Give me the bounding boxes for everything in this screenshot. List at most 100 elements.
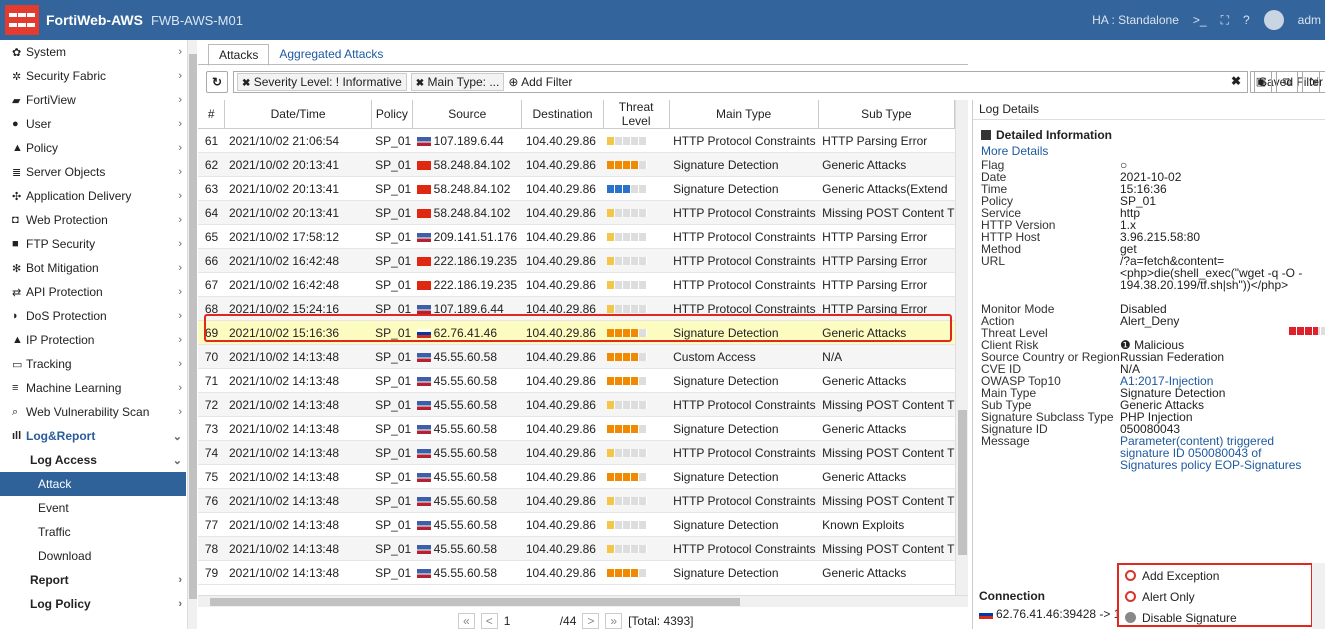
filter-chip-main-type[interactable]: ✖ Main Type: ... bbox=[410, 73, 505, 91]
sidebar-item-user[interactable]: ● User › bbox=[0, 112, 186, 136]
table-row[interactable]: 73 2021/10/02 14:13:48 SP_01 45.55.60.58 104… bbox=[198, 416, 955, 441]
table-row[interactable]: 72 2021/10/02 14:13:48 SP_01 45.55.60.58 104… bbox=[198, 392, 955, 417]
column-header[interactable]: Threat Level bbox=[603, 100, 670, 129]
fortinet-logo-icon[interactable] bbox=[5, 5, 39, 35]
table-row[interactable]: 66 2021/10/02 16:42:48 SP_01 222.186.19.235… bbox=[198, 248, 955, 273]
sidebar-item-machine-learning[interactable]: ≡ Machine Learning › bbox=[0, 376, 186, 400]
sidebar-item-ip-protection[interactable]: ▲ IP Protection › bbox=[0, 328, 186, 352]
sidebar-item-tracking[interactable]: ▭ Tracking › bbox=[0, 352, 186, 376]
cell-source: 45.55.60.58 bbox=[412, 488, 522, 513]
table-row[interactable]: 79 2021/10/02 14:13:48 SP_01 45.55.60.58 104… bbox=[198, 560, 955, 585]
help-icon[interactable]: ? bbox=[1243, 13, 1250, 27]
column-header[interactable]: Date/Time bbox=[224, 100, 372, 129]
sidebar-item-policy[interactable]: ▲ Policy › bbox=[0, 136, 186, 160]
sidebar-item-fortiview[interactable]: ▰ FortiView › bbox=[0, 88, 186, 112]
sidebar-item-label: Security Fabric bbox=[26, 69, 107, 83]
column-header[interactable]: Sub Type bbox=[818, 100, 955, 129]
table-row[interactable]: 77 2021/10/02 14:13:48 SP_01 45.55.60.58 104… bbox=[198, 512, 955, 537]
cell-text: Missing POST Content T bbox=[822, 445, 955, 460]
menu-scrollbar[interactable] bbox=[1312, 563, 1325, 629]
tab-attacks[interactable]: Attacks bbox=[208, 44, 270, 66]
sidebar-item-bot-mitigation[interactable]: ✻ Bot Mitigation › bbox=[0, 256, 186, 280]
sidebar-item-log-report[interactable]: ıll Log&Report ⌄ bbox=[0, 424, 186, 448]
ha-status[interactable]: HA : Standalone bbox=[1092, 13, 1179, 27]
detailed-information-title[interactable]: Detailed Information bbox=[973, 126, 1325, 144]
save-icon[interactable]: ▣ bbox=[1250, 71, 1272, 93]
tab-aggregated-attacks[interactable]: Aggregated Attacks bbox=[269, 44, 393, 66]
table-row[interactable]: 76 2021/10/02 14:13:48 SP_01 45.55.60.58 104… bbox=[198, 488, 955, 513]
table-row[interactable]: 67 2021/10/02 16:42:48 SP_01 222.186.19.235… bbox=[198, 272, 955, 297]
table-horizontal-scrollbar[interactable] bbox=[198, 595, 968, 607]
cell-datetime: 2021/10/02 21:06:54 bbox=[224, 128, 372, 153]
sidebar-item-security-fabric[interactable]: ✲ Security Fabric › bbox=[0, 64, 186, 88]
sidebar-item-report[interactable]: Report › bbox=[0, 568, 186, 592]
cell-source: 209.141.51.176 bbox=[412, 224, 522, 249]
collapse-icon[interactable] bbox=[981, 130, 991, 140]
table-row[interactable]: 69 2021/10/02 15:16:36 SP_01 62.76.41.46 104… bbox=[198, 320, 955, 345]
column-header[interactable]: # bbox=[198, 100, 226, 129]
table-row[interactable]: 63 2021/10/02 20:13:41 SP_01 58.248.84.102 1… bbox=[198, 176, 955, 201]
cell-datetime: 2021/10/02 20:13:41 bbox=[224, 200, 372, 225]
sidebar-item-system[interactable]: ✿ System › bbox=[0, 40, 186, 64]
table-row[interactable]: 78 2021/10/02 14:13:48 SP_01 45.55.60.58 104… bbox=[198, 536, 955, 561]
table-row[interactable]: 71 2021/10/02 14:13:48 SP_01 45.55.60.58 104… bbox=[198, 368, 955, 393]
cell-datetime: 2021/10/02 14:13:48 bbox=[224, 392, 372, 417]
table-row[interactable]: 75 2021/10/02 14:13:48 SP_01 45.55.60.58 104… bbox=[198, 464, 955, 489]
next-page-button[interactable]: > bbox=[582, 612, 600, 629]
column-header[interactable]: Destination bbox=[521, 100, 604, 129]
sidebar-item-dos-protection[interactable]: ◗ DoS Protection › bbox=[0, 304, 186, 328]
more-details-link[interactable]: More Details bbox=[973, 144, 1325, 159]
user-name[interactable]: adm bbox=[1298, 13, 1321, 27]
prev-page-button[interactable]: < bbox=[480, 612, 498, 629]
sidebar-subitem-traffic[interactable]: Traffic bbox=[0, 520, 186, 544]
refresh-button[interactable]: ↻ bbox=[206, 71, 228, 93]
add-exception-menu-item[interactable]: Add Exception bbox=[1119, 565, 1311, 586]
table-row[interactable]: 61 2021/10/02 21:06:54 SP_01 107.189.6.44 10… bbox=[198, 128, 955, 153]
alert-only-menu-item[interactable]: Alert Only bbox=[1119, 586, 1311, 607]
table-row[interactable]: 68 2021/10/02 15:24:16 SP_01 107.189.6.44 10… bbox=[198, 296, 955, 321]
table-row[interactable]: 65 2021/10/02 17:58:12 SP_01 209.141.51.176… bbox=[198, 224, 955, 249]
log-details-panel: Log Details Detailed Information More De… bbox=[972, 100, 1325, 629]
cli-icon[interactable]: >_ bbox=[1193, 13, 1207, 27]
sidebar-item-ftp-security[interactable]: ■ FTP Security › bbox=[0, 232, 186, 256]
table-row[interactable]: 74 2021/10/02 14:13:48 SP_01 45.55.60.58 104… bbox=[198, 440, 955, 465]
detail-value[interactable]: Parameter(content) triggered signature I… bbox=[1120, 435, 1320, 471]
cell-policy: SP_01 bbox=[371, 488, 413, 513]
sidebar-item-application-delivery[interactable]: ✣ Application Delivery › bbox=[0, 184, 186, 208]
sidebar-subitem-attack[interactable]: Attack bbox=[0, 472, 186, 496]
sidebar-item-web-protection[interactable]: ◘ Web Protection › bbox=[0, 208, 186, 232]
cell-text: 68 bbox=[204, 301, 219, 316]
add-filter-button[interactable]: ⊕ Add Filter bbox=[508, 75, 572, 89]
cell-destination: 104.40.29.86 bbox=[521, 272, 604, 297]
filter-chip-severity[interactable]: ✖ Severity Level: ! Informative bbox=[237, 73, 407, 91]
table-row[interactable]: 62 2021/10/02 20:13:41 SP_01 58.248.84.102 1… bbox=[198, 152, 955, 177]
column-header[interactable]: Main Type bbox=[669, 100, 819, 129]
clear-filter-icon[interactable]: ✖ bbox=[1231, 74, 1241, 88]
first-page-button[interactable]: « bbox=[458, 612, 475, 629]
sidebar-subitem-event[interactable]: Event bbox=[0, 496, 186, 520]
disable-signature-menu-item[interactable]: Disable Signature bbox=[1119, 607, 1311, 628]
fullscreen-icon[interactable]: ⛶ bbox=[1221, 13, 1229, 28]
filter-box[interactable]: ✖ Severity Level: ! Informative ✖ Main T… bbox=[233, 71, 1248, 93]
sidebar-scroll-thumb[interactable] bbox=[189, 54, 197, 599]
column-header[interactable]: Source bbox=[412, 100, 523, 129]
sidebar-item-server-objects[interactable]: ≣ Server Objects › bbox=[0, 160, 186, 184]
export-icon[interactable]: ⇲ bbox=[1302, 71, 1325, 93]
table-row[interactable]: 70 2021/10/02 14:13:48 SP_01 45.55.60.58 104… bbox=[198, 344, 955, 369]
table-hscroll-thumb[interactable] bbox=[210, 598, 740, 606]
table-vertical-scrollbar[interactable] bbox=[955, 100, 968, 595]
cell-text: 78 bbox=[204, 541, 219, 556]
avatar[interactable] bbox=[1263, 10, 1284, 30]
sidebar-scrollbar[interactable] bbox=[187, 40, 197, 629]
page-input[interactable]: 1 bbox=[504, 614, 554, 628]
last-page-button[interactable]: » bbox=[605, 612, 623, 629]
column-header[interactable]: Policy bbox=[371, 100, 414, 129]
sidebar-item-web-vulnerability-scan[interactable]: ⌕ Web Vulnerability Scan › bbox=[0, 400, 186, 424]
table-scroll-thumb[interactable] bbox=[958, 410, 967, 555]
sidebar-item-log-access[interactable]: Log Access ⌄ bbox=[0, 448, 186, 472]
table-row[interactable]: 64 2021/10/02 20:13:41 SP_01 58.248.84.102 1… bbox=[198, 200, 955, 225]
sidebar-subitem-download[interactable]: Download bbox=[0, 544, 186, 568]
copy-icon[interactable]: ⧉ bbox=[1276, 71, 1298, 93]
sidebar-item-api-protection[interactable]: ⇄ API Protection › bbox=[0, 280, 186, 304]
sidebar-item-log-policy[interactable]: Log Policy › bbox=[0, 592, 186, 616]
